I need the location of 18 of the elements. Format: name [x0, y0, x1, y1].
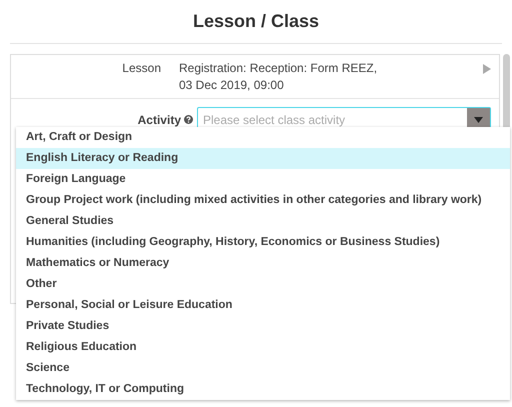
dropdown-option[interactable]: Other [16, 274, 510, 295]
dropdown-option[interactable]: Group Project work (including mixed activities in other categories and library work) [16, 190, 510, 211]
lesson-value: Registration: Reception: Form REEZ, 03 Dec 2019, 09:00 [179, 60, 378, 93]
dropdown-option[interactable]: Science [16, 358, 510, 379]
dropdown-option[interactable]: Mathematics or Numeracy [16, 253, 510, 274]
dropdown-option[interactable]: Foreign Language [16, 169, 510, 190]
dropdown-option[interactable]: English Literacy or Reading [16, 148, 510, 169]
caret-icon [474, 116, 483, 122]
dropdown-option[interactable]: Religious Education [16, 337, 510, 358]
dropdown-option[interactable]: Personal, Social or Leisure Education [16, 295, 510, 316]
dropdown-option[interactable]: Private Studies [16, 316, 510, 337]
page-title: Lesson / Class [192, 10, 320, 33]
field-label: Activity [138, 112, 181, 128]
field-label: Lesson [121, 60, 162, 77]
help-icon[interactable] [184, 115, 193, 124]
dropdown-option[interactable]: Humanities (including Geography, History, Economics or Business Studies) [16, 232, 510, 253]
dropdown-option[interactable]: General Studies [16, 211, 510, 232]
dropdown-option[interactable]: Technology, IT or Computing [16, 379, 510, 400]
